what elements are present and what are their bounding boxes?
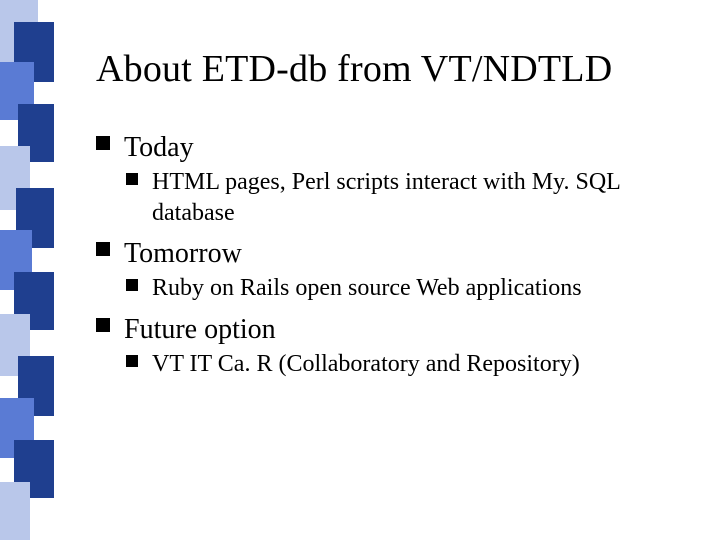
- list-item: HTML pages, Perl scripts interact with M…: [126, 167, 696, 228]
- list-item: VT IT Ca. R (Collaboratory and Repositor…: [126, 349, 696, 380]
- sub-bullet-list: VT IT Ca. R (Collaboratory and Repositor…: [124, 349, 696, 380]
- list-item: Today HTML pages, Perl scripts interact …: [96, 130, 696, 228]
- list-item: Future option VT IT Ca. R (Collaboratory…: [96, 312, 696, 380]
- sub-bullet-list: Ruby on Rails open source Web applicatio…: [124, 273, 696, 304]
- slide-title: About ETD-db from VT/NDTLD: [96, 48, 612, 92]
- list-item-label: VT IT Ca. R (Collaboratory and Repositor…: [152, 351, 580, 377]
- sub-bullet-list: HTML pages, Perl scripts interact with M…: [124, 167, 696, 228]
- decorative-sidebar: [0, 0, 54, 540]
- list-item-label: HTML pages, Perl scripts interact with M…: [152, 169, 620, 226]
- slide: About ETD-db from VT/NDTLD Today HTML pa…: [0, 0, 720, 540]
- list-item-label: Future option: [124, 314, 276, 345]
- list-item-label: Ruby on Rails open source Web applicatio…: [152, 275, 582, 301]
- list-item-label: Tomorrow: [124, 238, 242, 269]
- list-item: Tomorrow Ruby on Rails open source Web a…: [96, 236, 696, 304]
- list-item: Ruby on Rails open source Web applicatio…: [126, 273, 696, 304]
- slide-body: Today HTML pages, Perl scripts interact …: [96, 130, 696, 388]
- list-item-label: Today: [124, 132, 194, 163]
- bullet-list: Today HTML pages, Perl scripts interact …: [96, 130, 696, 380]
